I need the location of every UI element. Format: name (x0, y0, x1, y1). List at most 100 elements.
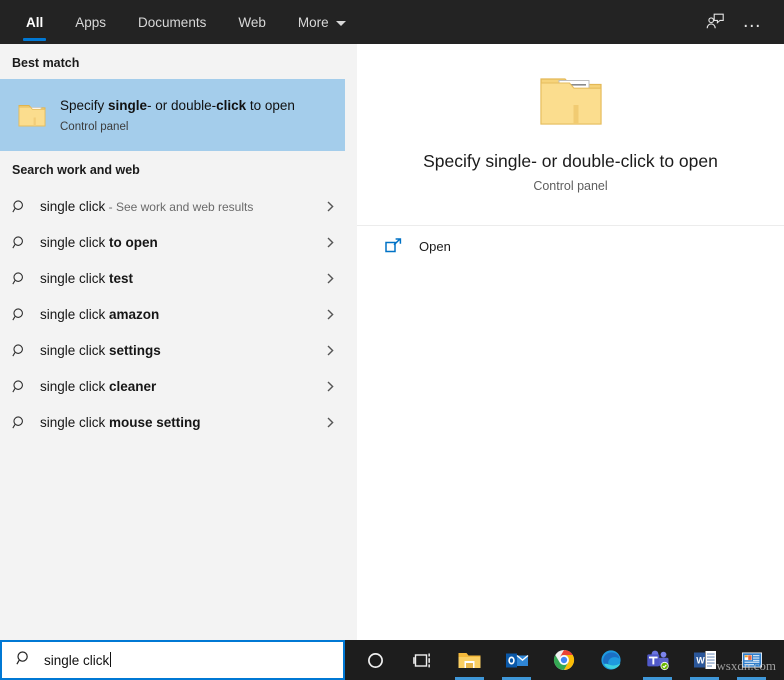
suggestion-label: single click - See work and web results (40, 199, 315, 214)
chevron-right-icon[interactable] (315, 237, 345, 248)
suggestion-item[interactable]: single click cleaner (0, 368, 345, 404)
edge-icon (600, 649, 622, 671)
taskbar-chrome-button[interactable] (540, 640, 587, 680)
preview-card: Specify single- or double-click to open … (357, 44, 784, 197)
suggestion-label: single click settings (40, 343, 315, 358)
suggestion-item[interactable]: single click to open (0, 224, 345, 260)
best-match-subtitle: Control panel (60, 121, 295, 133)
header-actions: … (694, 5, 784, 39)
search-input-value: single click (44, 653, 109, 668)
suggestion-query: single click (40, 235, 109, 250)
word-icon: W (693, 649, 717, 671)
chrome-icon (553, 649, 575, 671)
task-view-icon (412, 651, 434, 670)
suggestion-query: single click (40, 415, 109, 430)
taskbar-buttons: W (352, 640, 775, 680)
suggestion-hint: - See work and web results (105, 200, 253, 214)
tab-all-label: All (26, 15, 43, 30)
windows-search-overlay: All Apps Documents Web More (0, 0, 784, 680)
chevron-down-icon (336, 21, 346, 26)
suggestion-list: single click - See work and web resultss… (0, 188, 345, 440)
bm-bold-single: single (108, 98, 147, 113)
control-panel-folder-icon (12, 101, 52, 129)
tab-apps[interactable]: Apps (59, 0, 122, 44)
suggestion-item[interactable]: single click mouse setting (0, 404, 345, 440)
search-icon (12, 379, 40, 394)
search-icon (12, 415, 40, 430)
preview-pane: Specify single- or double-click to open … (357, 44, 784, 640)
search-icon (16, 650, 32, 671)
circle-icon (366, 651, 385, 670)
svg-text:W: W (696, 655, 705, 665)
taskbar-task-view-button[interactable] (399, 640, 446, 680)
suggestion-completion: cleaner (109, 379, 156, 394)
best-match-heading: Best match (0, 44, 345, 79)
taskbar-search-box[interactable]: single click (0, 640, 345, 680)
tab-more[interactable]: More (282, 0, 362, 44)
powerpoint-icon (740, 649, 764, 671)
taskbar-cortana-button[interactable] (352, 640, 399, 680)
open-action-label: Open (419, 239, 451, 254)
suggestion-label: single click cleaner (40, 379, 315, 394)
open-action-button[interactable]: Open (357, 226, 784, 266)
bm-bold-click: click (216, 98, 246, 113)
taskbar-file-explorer-button[interactable] (446, 640, 493, 680)
tab-web-label: Web (238, 15, 266, 30)
tab-web[interactable]: Web (222, 0, 282, 44)
best-match-title: Specify single- or double-click to open (60, 97, 295, 115)
bm-suffix: to open (246, 98, 295, 113)
search-header: All Apps Documents Web More (0, 0, 784, 44)
suggestion-label: single click test (40, 271, 315, 286)
folder-icon (457, 650, 482, 671)
tab-all[interactable]: All (10, 0, 59, 44)
text-cursor (110, 652, 111, 667)
suggestion-label: single click to open (40, 235, 315, 250)
bm-mid: - or double- (147, 98, 216, 113)
suggestion-query: single click (40, 271, 109, 286)
chevron-right-icon[interactable] (315, 345, 345, 356)
tab-apps-label: Apps (75, 15, 106, 30)
tab-documents[interactable]: Documents (122, 0, 222, 44)
tab-more-label: More (298, 15, 329, 30)
chevron-right-icon[interactable] (315, 201, 345, 212)
best-match-item[interactable]: Specify single- or double-click to open … (0, 79, 345, 151)
outlook-icon (505, 650, 529, 671)
taskbar-teams-button[interactable] (634, 640, 681, 680)
suggestion-label: single click amazon (40, 307, 315, 322)
suggestion-query: single click (40, 343, 109, 358)
taskbar-edge-button[interactable] (587, 640, 634, 680)
taskbar-word-button[interactable]: W (681, 640, 728, 680)
taskbar-outlook-button[interactable] (493, 640, 540, 680)
suggestion-item[interactable]: single click - See work and web results (0, 188, 345, 224)
search-input[interactable]: single click (44, 652, 111, 668)
best-match-text: Specify single- or double-click to open … (60, 97, 295, 133)
web-results-heading: Search work and web (0, 151, 345, 186)
open-external-icon (385, 238, 415, 255)
suggestion-item[interactable]: single click settings (0, 332, 345, 368)
search-filter-tabs: All Apps Documents Web More (10, 0, 362, 44)
preview-title: Specify single- or double-click to open (423, 151, 718, 172)
results-pane: Best match Specify single- or double-cli… (0, 44, 345, 640)
chevron-right-icon[interactable] (315, 417, 345, 428)
search-icon (12, 199, 40, 214)
suggestion-item[interactable]: single click test (0, 260, 345, 296)
ellipsis-icon[interactable]: … (736, 5, 770, 39)
search-icon (12, 235, 40, 250)
tab-documents-label: Documents (138, 15, 206, 30)
suggestion-item[interactable]: single click amazon (0, 296, 345, 332)
suggestion-completion: mouse setting (109, 415, 201, 430)
taskbar-powerpoint-button[interactable] (728, 640, 775, 680)
chevron-right-icon[interactable] (315, 381, 345, 392)
chevron-right-icon[interactable] (315, 273, 345, 284)
preview-subtitle: Control panel (533, 179, 607, 193)
suggestion-completion: amazon (109, 307, 159, 322)
suggestion-completion: to open (109, 235, 158, 250)
suggestion-completion: test (109, 271, 133, 286)
chevron-right-icon[interactable] (315, 309, 345, 320)
person-feedback-icon[interactable] (698, 5, 732, 39)
teams-icon (646, 649, 670, 671)
search-icon (12, 343, 40, 358)
suggestion-label: single click mouse setting (40, 415, 315, 430)
control-panel-folder-icon (537, 70, 605, 137)
suggestion-query: single click (40, 379, 109, 394)
